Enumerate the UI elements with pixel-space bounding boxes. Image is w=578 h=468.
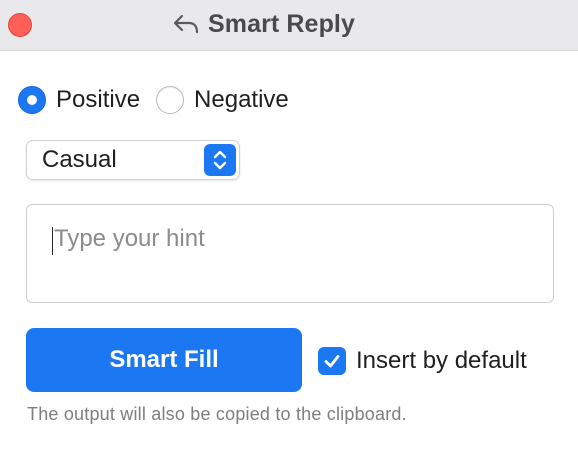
positive-radio-label[interactable]: Positive [56,86,140,114]
negative-radio[interactable] [156,86,185,114]
smart-fill-button[interactable]: Smart Fill [26,328,302,392]
reply-icon [172,13,200,35]
tone-select[interactable]: Casual [26,140,240,180]
hint-input[interactable]: Type your hint [26,204,554,303]
sentiment-radio-group: Positive Negative [18,84,289,116]
insert-default-option: Insert by default [318,345,527,377]
window-title-group: Smart Reply [172,8,355,40]
window-title: Smart Reply [208,9,355,38]
checkmark-icon [324,355,340,368]
insert-default-checkbox[interactable] [318,347,346,375]
smart-reply-window: Smart Reply Positive Negative Casual Typ… [0,0,578,468]
negative-radio-label[interactable]: Negative [194,86,289,114]
radio-selected-dot [27,95,37,105]
tone-select-value: Casual [42,146,117,173]
text-caret [52,227,53,255]
insert-default-label[interactable]: Insert by default [356,347,527,375]
close-window-button[interactable] [8,13,32,37]
hint-placeholder: Type your hint [54,225,205,252]
title-bar[interactable]: Smart Reply [0,0,578,51]
chevron-up-down-icon[interactable] [204,144,236,176]
clipboard-note: The output will also be copied to the cl… [27,404,407,424]
positive-radio[interactable] [18,86,46,114]
